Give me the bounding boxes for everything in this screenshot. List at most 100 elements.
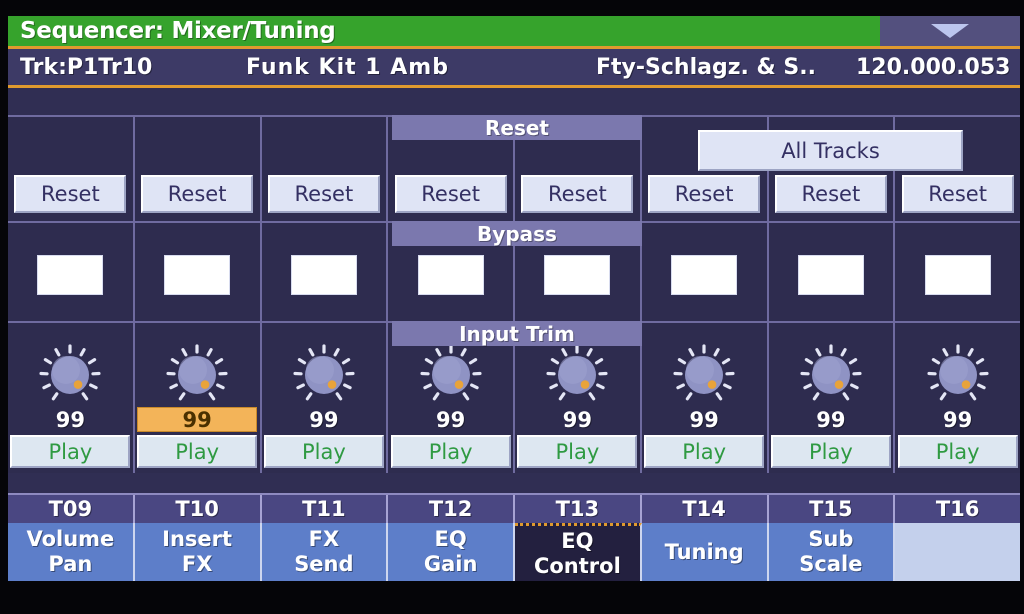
tab-eq-control[interactable]: EQ Control (515, 523, 642, 581)
input-trim-knob[interactable] (293, 344, 355, 406)
reset-band: Reset All Tracks Reset Reset Reset Reset… (8, 115, 1020, 221)
trim-value[interactable]: 99 (644, 407, 764, 432)
input-trim-knob[interactable] (800, 344, 862, 406)
track-label[interactable]: T11 (261, 495, 389, 523)
bypass-checkbox[interactable] (37, 255, 104, 295)
tab-line1: Tuning (664, 539, 744, 564)
play-button[interactable]: Play (263, 435, 384, 468)
chevron-down-icon (931, 24, 969, 38)
channel-strip-reset: Reset (134, 115, 262, 221)
play-button[interactable]: Play (897, 435, 1018, 468)
kit-name[interactable]: Funk Kit 1 Amb (246, 55, 449, 80)
section-header-input-trim: Input Trim (392, 321, 642, 346)
trim-value[interactable]: 99 (391, 407, 511, 432)
reset-button[interactable]: Reset (648, 175, 761, 213)
input-trim-band: Input Trim 99 Play 99 Play 99 Play 99 Pl… (8, 321, 1020, 473)
bypass-checkbox[interactable] (924, 255, 991, 295)
bypass-checkbox[interactable] (544, 255, 611, 295)
play-button[interactable]: Play (770, 435, 891, 468)
channel-strip-trim: 99 Play (261, 321, 389, 473)
tab-line2: Gain (423, 552, 478, 576)
reset-button[interactable]: Reset (141, 175, 254, 213)
mixer-grid: Reset All Tracks Reset Reset Reset Reset… (8, 115, 1020, 493)
bank-name[interactable]: Fty-Schlagz. & S.. (596, 55, 816, 80)
input-trim-knob[interactable] (546, 344, 608, 406)
play-button[interactable]: Play (137, 435, 258, 468)
reset-button[interactable]: Reset (267, 175, 380, 213)
tab-line2: Pan (48, 552, 93, 576)
channel-strip-bypass (261, 221, 389, 321)
tab-fx-send[interactable]: FX Send (261, 523, 389, 581)
channel-strip-bypass (134, 221, 262, 321)
input-trim-knob[interactable] (166, 344, 228, 406)
channel-strip-bypass (895, 221, 1020, 321)
channel-strip-trim: 99 Play (134, 321, 262, 473)
page-tab-row: Volume Pan Insert FX FX Send EQ Gain EQ … (8, 523, 1020, 581)
track-label[interactable]: T13 (515, 495, 642, 523)
track-label[interactable]: T14 (641, 495, 769, 523)
tab-insert-fx[interactable]: Insert FX (134, 523, 262, 581)
bypass-checkbox[interactable] (290, 255, 357, 295)
track-label[interactable]: T15 (768, 495, 896, 523)
trim-value[interactable]: 99 (264, 407, 384, 432)
bypass-checkbox[interactable] (797, 255, 864, 295)
tab-eq-gain[interactable]: EQ Gain (388, 523, 515, 581)
trim-value[interactable]: 99 (898, 407, 1018, 432)
tab-line2: Control (533, 553, 621, 578)
all-tracks-button[interactable]: All Tracks (698, 130, 963, 171)
input-trim-knob[interactable] (39, 344, 101, 406)
track-label[interactable]: T12 (388, 495, 515, 523)
tab-line2: FX (181, 552, 213, 576)
trim-value[interactable]: 99 (137, 407, 258, 432)
input-trim-knob[interactable] (673, 344, 735, 406)
page-title-area: Sequencer: Mixer/Tuning (8, 16, 880, 46)
tab-line1: EQ (434, 527, 467, 551)
channel-strip-trim: 99 Play (768, 321, 896, 473)
bypass-checkbox[interactable] (417, 255, 484, 295)
info-bar: Trk:P1Tr10 Funk Kit 1 Amb Fty-Schlagz. &… (8, 49, 1020, 88)
tab-line2: Scale (799, 552, 863, 576)
track-label[interactable]: T10 (134, 495, 262, 523)
lcd-screen: Sequencer: Mixer/Tuning Trk:P1Tr10 Funk … (8, 16, 1020, 581)
trim-value[interactable]: 99 (10, 407, 130, 432)
tab-line1: Volume (26, 527, 115, 551)
reset-button[interactable]: Reset (14, 175, 127, 213)
bypass-checkbox[interactable] (164, 255, 231, 295)
track-label[interactable]: T09 (8, 495, 135, 523)
header-spacer (8, 88, 1020, 115)
channel-strip-bypass (641, 221, 769, 321)
channel-strip-trim: 99 Play (641, 321, 769, 473)
play-button[interactable]: Play (10, 435, 131, 468)
input-trim-knob[interactable] (927, 344, 989, 406)
trim-value[interactable]: 99 (517, 407, 637, 432)
tab-tuning[interactable]: Tuning (641, 523, 769, 581)
trim-value[interactable]: 99 (771, 407, 891, 432)
channel-strip-reset: Reset (261, 115, 389, 221)
track-label[interactable]: T16 (895, 495, 1020, 523)
reset-button[interactable]: Reset (901, 175, 1014, 213)
bypass-checkbox[interactable] (671, 255, 738, 295)
tab-line2: Send (294, 552, 354, 576)
tab-empty (895, 523, 1020, 581)
tab-line1: Sub (808, 527, 854, 551)
channel-strip-bypass (8, 221, 135, 321)
track-number-row: T09 T10 T11 T12 T13 T14 T15 T16 (8, 493, 1020, 523)
device-bezel: Sequencer: Mixer/Tuning Trk:P1Tr10 Funk … (0, 0, 1024, 614)
play-button[interactable]: Play (644, 435, 765, 468)
input-trim-knob[interactable] (420, 344, 482, 406)
page-menu-button[interactable] (880, 16, 1020, 46)
play-button[interactable]: Play (517, 435, 638, 468)
tab-line1: Insert (162, 527, 233, 551)
track-indicator[interactable]: Trk:P1Tr10 (20, 55, 152, 80)
section-header-bypass: Bypass (392, 221, 642, 246)
reset-button[interactable]: Reset (774, 175, 887, 213)
play-button[interactable]: Play (390, 435, 511, 468)
tab-volume-pan[interactable]: Volume Pan (8, 523, 135, 581)
title-bar: Sequencer: Mixer/Tuning (8, 16, 1020, 49)
tab-sub-scale[interactable]: Sub Scale (768, 523, 896, 581)
channel-strip-trim: 99 Play (8, 321, 135, 473)
tempo-position[interactable]: 120.000.053 (856, 55, 1010, 80)
reset-button[interactable]: Reset (394, 175, 507, 213)
tab-line1: FX (308, 527, 340, 551)
reset-button[interactable]: Reset (521, 175, 634, 213)
